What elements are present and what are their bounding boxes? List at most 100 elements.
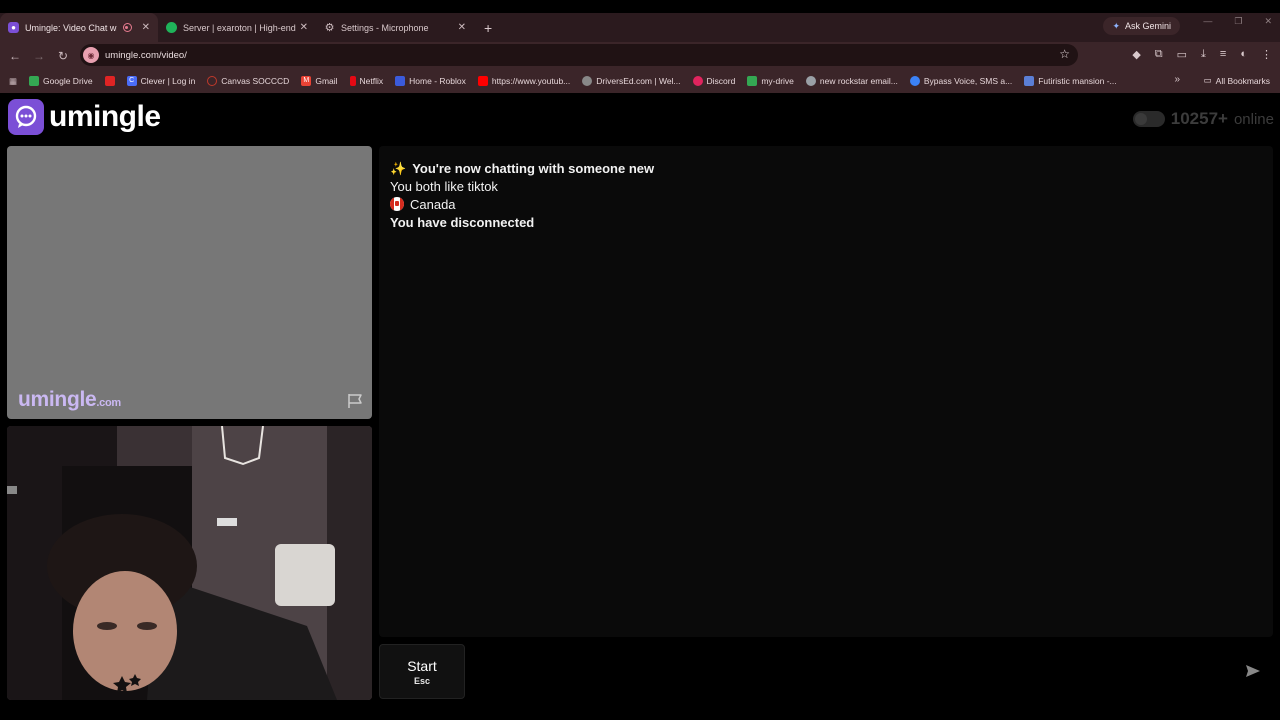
bookmark-label: Google Drive [43,76,93,86]
bookmark-netflix[interactable]: Netflix [344,76,390,86]
bookmark-star-icon[interactable]: ☆ [1059,47,1070,61]
start-button[interactable]: Start Esc [379,644,465,699]
browser-toolbar: ← → ↻ ◉ umingle.com/video/ ☆ ◆ ⧉ ▭ ⤓ ≡ ◐… [0,42,1280,69]
bookmark-discord[interactable]: Discord [687,76,742,86]
restore-icon[interactable]: ❐ [1234,16,1242,27]
image-icon [1024,76,1035,86]
reload-icon[interactable]: ↻ [51,49,75,63]
url-text: umingle.com/video/ [105,49,187,61]
chat-message-text: You're now chatting with someone new [412,161,655,176]
netflix-icon [349,76,356,86]
forward-icon[interactable]: → [27,49,51,63]
bookmark-label: my-drive [761,76,794,86]
apps-grid-icon[interactable]: ▦ [0,76,23,87]
theme-toggle[interactable] [1132,111,1165,127]
tab-bar: ● Umingle: Video Chat with St ✕ Server |… [0,13,1280,42]
more-bookmarks-icon[interactable]: » [1174,74,1180,85]
bookmarks-bar: ▦ Google Drive C Clever | Log in Canvas S… [0,69,1280,93]
bookmark-driversed[interactable]: DriversEd.com | Wel... [576,76,686,86]
chat-message-text: You both like tiktok [390,179,498,194]
chat-message: You have disconnected [390,214,1262,232]
start-shortcut-hint: Esc [413,675,430,686]
bookmark-label: Netflix [359,76,384,86]
chat-message: You both like tiktok [390,178,1262,196]
menu-icon[interactable]: ⋮ [1261,48,1272,61]
bookmark-label: Canvas SOCCCD [221,76,290,86]
new-tab-button[interactable]: + [474,13,502,42]
address-bar[interactable]: ◉ umingle.com/video/ ☆ [80,44,1078,66]
gear-icon: ⚙ [324,22,335,34]
remote-video: umingle.com [7,146,372,419]
chat-log: ✨ You're now chatting with someone new Yo… [379,146,1273,637]
canada-flag-icon [390,197,404,211]
bookmark-clever[interactable]: C Clever | Log in [121,76,202,86]
folder-icon: ▭ [1203,75,1212,85]
start-button-label: Start [407,657,437,674]
cast-icon[interactable]: ▭ [1177,48,1187,61]
bookmark-label: new rockstar email... [819,76,898,86]
bookmark-rockstar[interactable]: new rockstar email... [800,76,904,86]
tab-exaroton[interactable]: Server | exaroton | High-end on ✕ [158,13,316,42]
chat-message: Canada [390,196,1262,214]
clever-icon: C [126,76,137,86]
tab-label: Settings - Microphone [341,22,429,33]
bookmark-mansion[interactable]: Futiristic mansion -... [1018,76,1122,86]
back-icon[interactable]: ← [3,49,27,63]
extension-icon[interactable]: ◆ [1132,48,1140,61]
google-drive-icon [747,76,758,86]
youtube-icon [477,76,488,86]
page-content: umingle 10257+ online umingle.com ✨ You'… [0,93,1280,720]
window-controls: — ❐ ✕ [1203,16,1272,27]
send-icon[interactable] [1245,664,1261,678]
roblox-icon [395,76,406,86]
bookmark-canvas[interactable]: Canvas SOCCCD [201,76,295,86]
bookmark-label: Futiristic mansion -... [1038,76,1117,86]
site-info-icon[interactable]: ◉ [83,47,99,63]
bookmark-google-drive[interactable]: Google Drive [23,76,99,86]
profile-icon[interactable]: ◐ [1240,48,1247,61]
bookmark-label: DriversEd.com | Wel... [596,76,681,86]
bookmark-roblox[interactable]: Home - Roblox [389,76,472,86]
ask-gemini-label: Ask Gemini [1124,21,1171,31]
canvas-icon [207,76,218,86]
all-bookmarks-label: All Bookmarks [1215,75,1270,86]
bookmark-gmail[interactable]: M Gmail [295,76,343,86]
video-watermark: umingle.com [18,388,121,412]
message-input[interactable] [465,644,1273,699]
umingle-logo[interactable]: umingle [8,99,161,135]
check-shield-icon [909,76,920,86]
close-tab-icon[interactable]: ✕ [458,22,466,33]
exaroton-favicon-icon [166,22,177,33]
close-tab-icon[interactable]: ✕ [300,22,308,33]
bookmark-label: https://www.youtub... [491,76,571,86]
report-flag-icon[interactable] [346,392,364,410]
window-top-strip [0,0,1280,13]
ask-gemini-button[interactable]: ✦ Ask Gemini [1103,17,1180,35]
chat-bubble-logo-icon [8,99,44,135]
bookmark-label: Gmail [315,76,338,86]
all-bookmarks-button[interactable]: ▭ All Bookmarks [1204,75,1270,86]
close-tab-icon[interactable]: ✕ [142,22,150,33]
globe-icon [805,76,816,86]
bookmark-label: Home - Roblox [409,76,466,86]
download-icon[interactable]: ⤓ [1201,48,1206,61]
gemini-sparkle-icon: ✦ [1112,20,1120,31]
tab-umingle[interactable]: ● Umingle: Video Chat with St ✕ [0,13,158,42]
bookmark-label: Discord [706,76,736,86]
media-icon[interactable]: ≡ [1220,48,1226,61]
tab-settings[interactable]: ⚙ Settings - Microphone ✕ [316,13,474,42]
youtube-icon [104,76,115,86]
tab-label: Umingle: Video Chat with St [25,22,117,33]
bookmark-label: Bypass Voice, SMS a... [923,76,1013,86]
minimize-icon[interactable]: — [1203,16,1212,27]
umingle-favicon-icon: ● [8,22,19,33]
bookmark-my-drive[interactable]: my-drive [741,76,800,86]
bookmark-youtube-link[interactable]: https://www.youtub... [472,76,576,86]
close-window-icon[interactable]: ✕ [1264,16,1272,27]
tab-label: Server | exaroton | High-end on [183,22,296,33]
sparkle-icon: ✨ [390,161,407,176]
bookmark-youtube[interactable] [99,76,121,86]
puzzle-icon[interactable]: ⧉ [1155,48,1163,61]
bookmark-bypass-voice[interactable]: Bypass Voice, SMS a... [904,76,1018,86]
online-indicator: 10257+ online [1132,109,1274,129]
